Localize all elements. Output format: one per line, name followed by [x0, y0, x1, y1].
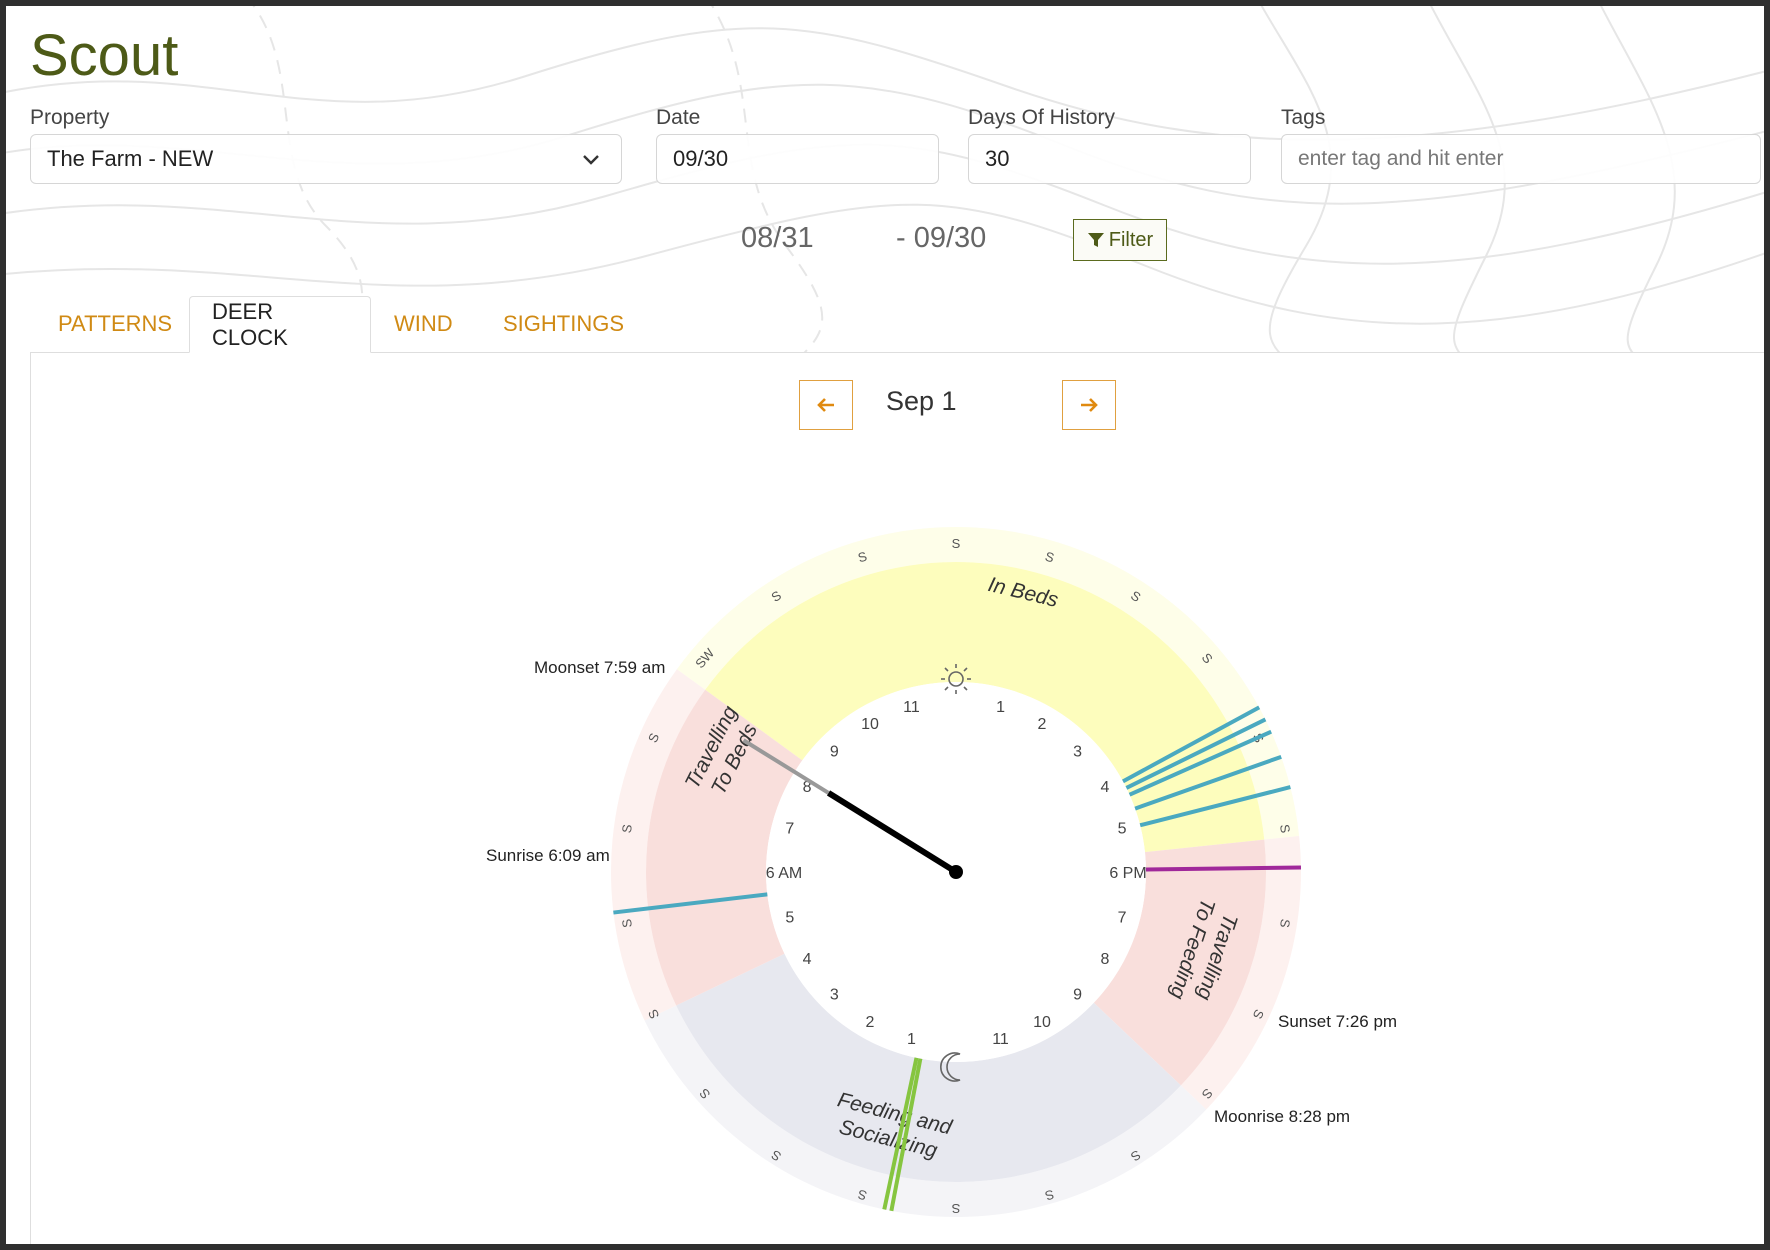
- hour-label: 5: [785, 910, 794, 927]
- hour-label: 1: [907, 1031, 916, 1048]
- moonset-annotation: Moonset 7:59 am: [534, 658, 666, 677]
- filter-label: Filter: [1108, 228, 1154, 251]
- hour-label: 3: [830, 987, 839, 1004]
- property-label: Property: [30, 106, 110, 129]
- tab-patterns[interactable]: PATTERNS: [36, 296, 194, 352]
- sunset-annotation: Sunset 7:26 pm: [1278, 1012, 1398, 1031]
- hour-label: 2: [866, 1014, 875, 1031]
- date-value: 09/30: [673, 146, 729, 171]
- hour-label: 10: [1033, 1014, 1051, 1031]
- hour-label: 4: [1101, 779, 1110, 796]
- property-value: The Farm - NEW: [47, 146, 214, 171]
- hour-label: 7: [1118, 910, 1127, 927]
- sunrise-annotation: Sunrise 6:09 am: [486, 846, 610, 865]
- tags-label: Tags: [1281, 106, 1326, 129]
- hour-label: 9: [830, 743, 839, 760]
- clock-hub: [949, 865, 963, 879]
- hour-label: 3: [1073, 743, 1082, 760]
- range-start: 08/31: [741, 222, 814, 254]
- deer-clock-chart: In BedsTravellingTo FeedingFeeding andSo…: [611, 527, 1302, 1217]
- tags-placeholder: enter tag and hit enter: [1298, 147, 1504, 170]
- hour-label: 7: [785, 820, 794, 837]
- tab-deer-clock[interactable]: DEER CLOCK: [189, 296, 371, 353]
- wind-direction-label: S: [952, 536, 961, 551]
- days-of-history-label: Days Of History: [968, 106, 1116, 129]
- days-of-history-value: 30: [985, 146, 1010, 171]
- sighting-line[interactable]: [1145, 865, 1301, 872]
- hour-label: 11: [992, 1031, 1009, 1048]
- filter-icon: [1087, 233, 1104, 247]
- tags-input[interactable]: enter tag and hit enter: [1281, 134, 1761, 184]
- tab-wind[interactable]: WIND: [372, 296, 475, 352]
- tab-sightings[interactable]: SIGHTINGS: [481, 296, 646, 352]
- hour-label: 8: [1101, 951, 1110, 968]
- app-title: Scout: [30, 23, 179, 88]
- range-end: - 09/30: [896, 222, 987, 254]
- property-select[interactable]: The Farm - NEW: [30, 134, 622, 184]
- days-of-history-input[interactable]: 30: [968, 134, 1251, 184]
- chevron-down-icon: [583, 155, 599, 165]
- wind-direction-label: S: [951, 1201, 960, 1216]
- hour-label: 1: [996, 699, 1005, 716]
- hour-label: 4: [803, 951, 812, 968]
- date-label: Date: [656, 106, 701, 129]
- hour-label: 9: [1073, 987, 1082, 1004]
- filter-button[interactable]: Filter: [1073, 219, 1167, 261]
- moonrise-annotation: Moonrise 8:28 pm: [1214, 1107, 1351, 1126]
- hour-label: 5: [1118, 820, 1127, 837]
- date-input[interactable]: 09/30: [656, 134, 939, 184]
- hour-label: 10: [861, 716, 879, 733]
- hour-label: 2: [1038, 716, 1047, 733]
- hour-label: 6 PM: [1109, 865, 1146, 882]
- hour-label: 11: [903, 699, 920, 716]
- hour-label: 6 AM: [766, 865, 802, 882]
